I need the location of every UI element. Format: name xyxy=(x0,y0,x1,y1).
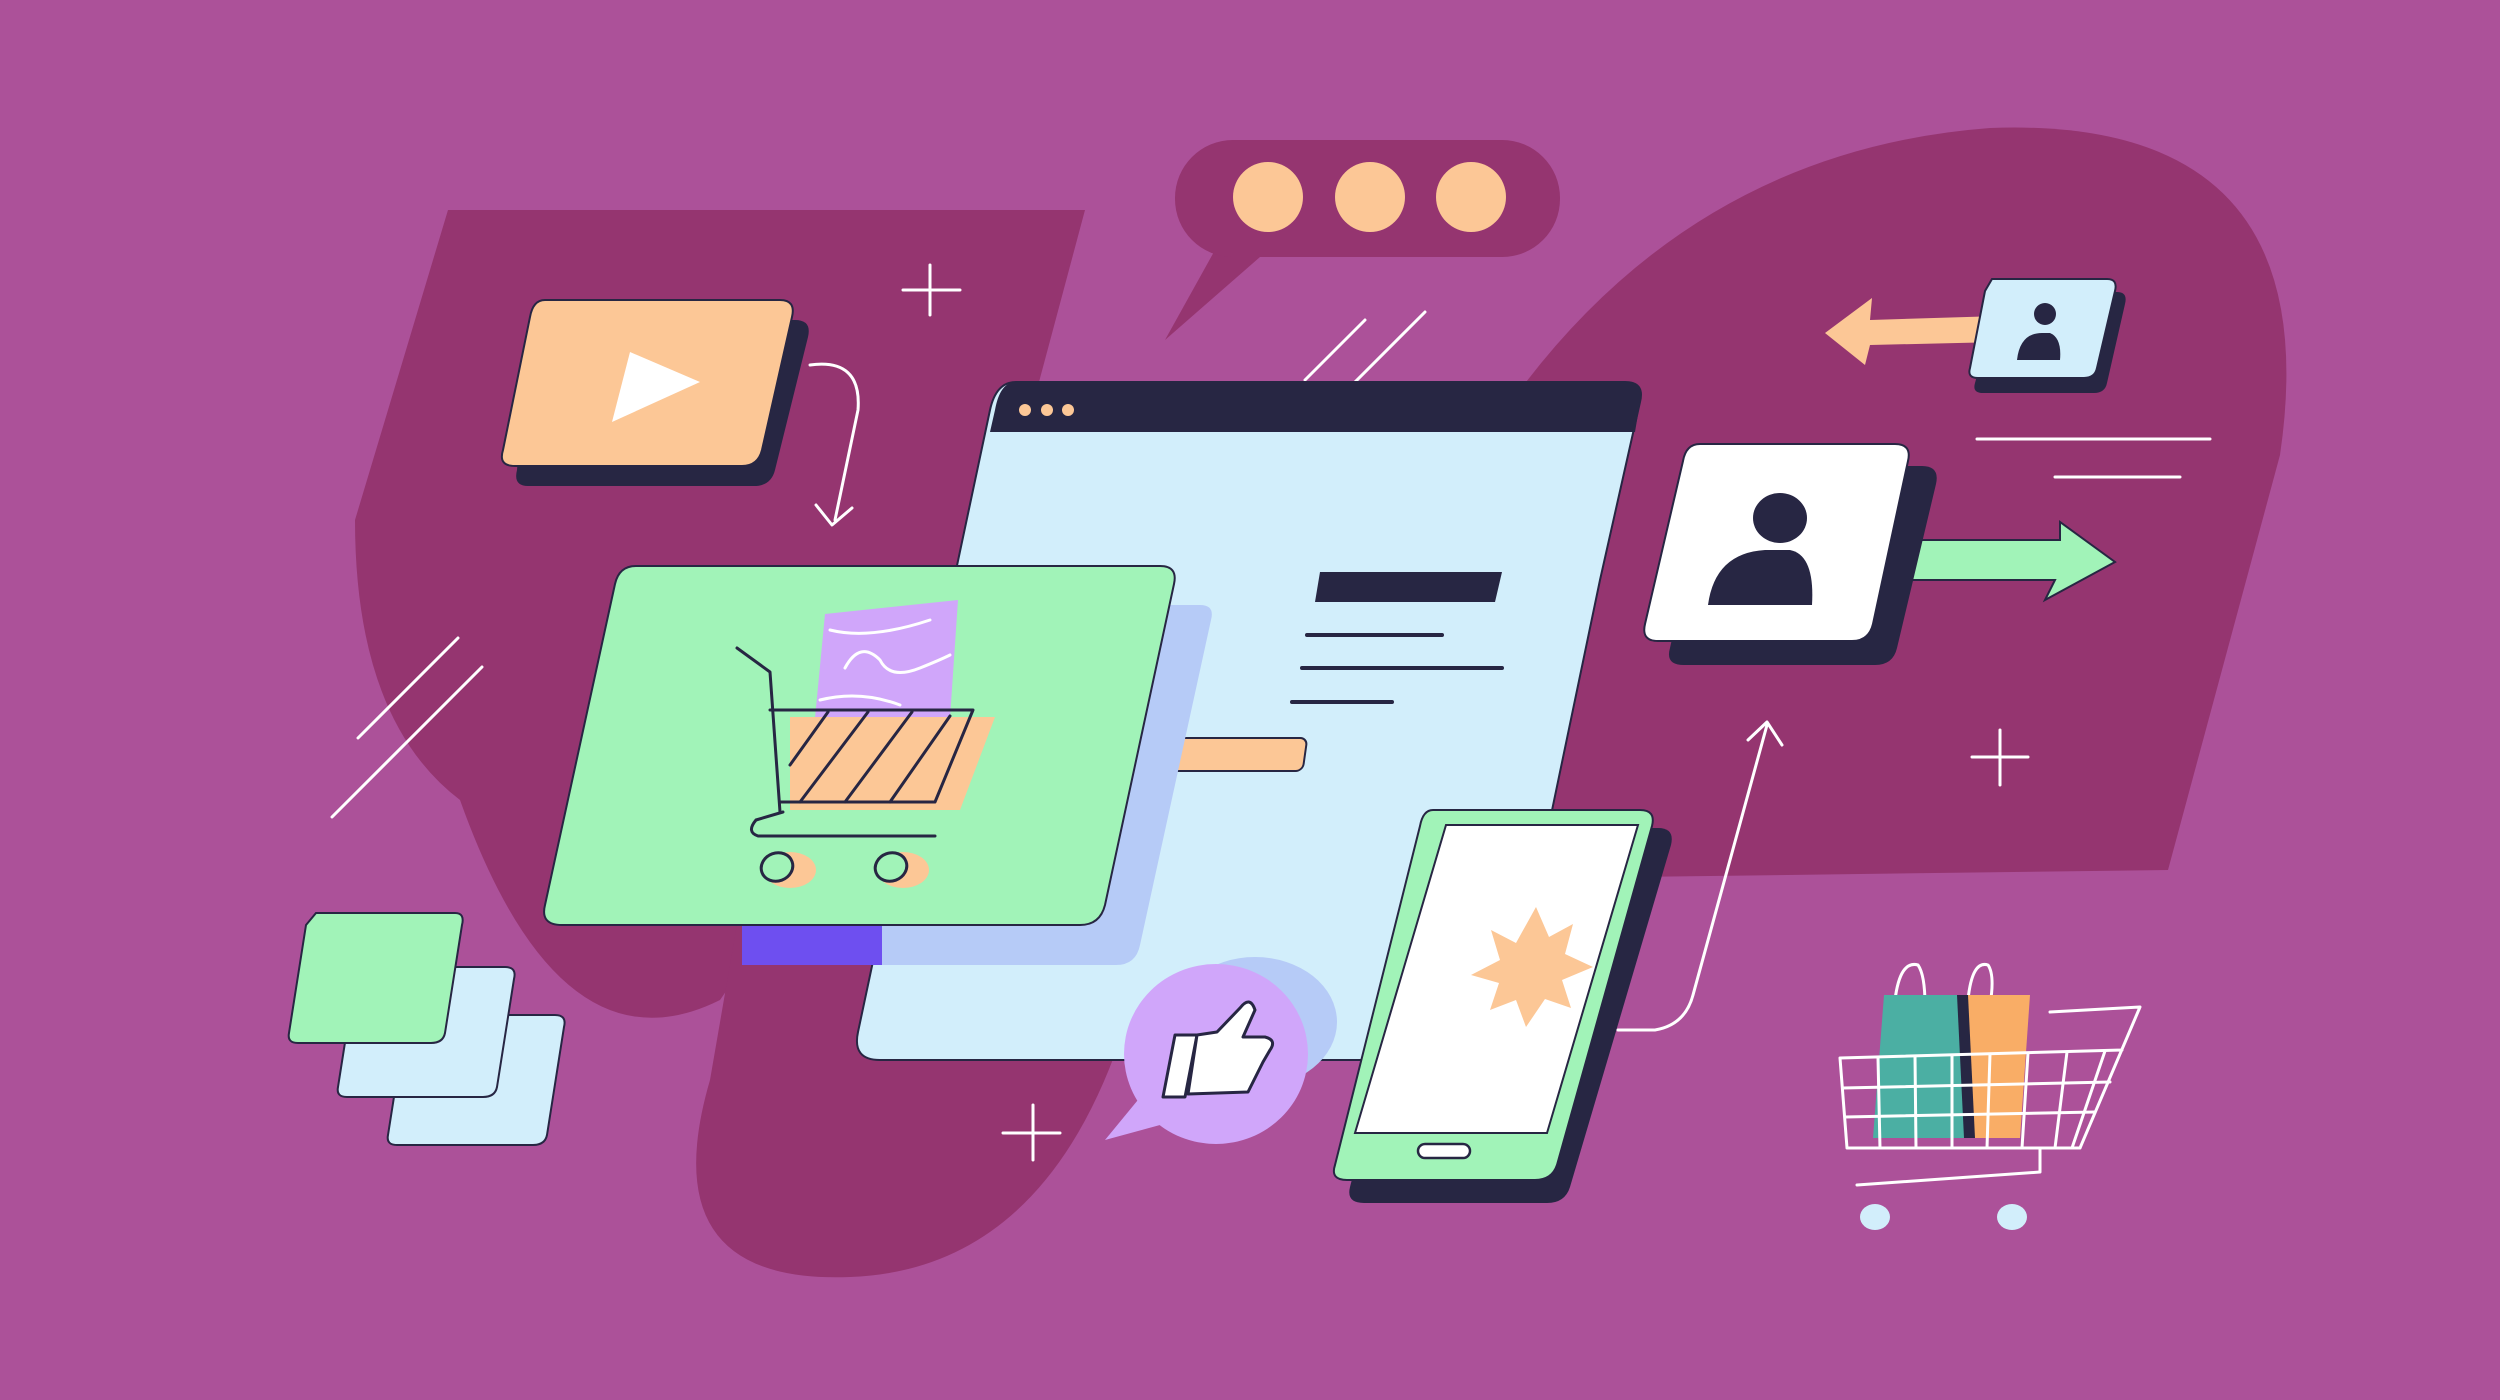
user-profile-card xyxy=(1643,443,1937,665)
window-dot xyxy=(1019,404,1031,416)
shopping-cart-card xyxy=(543,565,1212,965)
browser-titlebar xyxy=(990,382,1641,432)
window-dot xyxy=(1041,404,1053,416)
cart-wheel xyxy=(1860,1204,1890,1230)
cart-wheel xyxy=(1997,1204,2027,1230)
small-user-profile-card xyxy=(1968,278,2126,393)
typing-dot xyxy=(1233,162,1303,232)
typing-dot xyxy=(1335,162,1405,232)
heading-block xyxy=(1315,572,1502,602)
home-button xyxy=(1416,1142,1472,1160)
window-dot xyxy=(1062,404,1074,416)
cta-button xyxy=(1169,737,1308,772)
illustration-canvas xyxy=(0,0,2500,1400)
typing-dot xyxy=(1436,162,1506,232)
